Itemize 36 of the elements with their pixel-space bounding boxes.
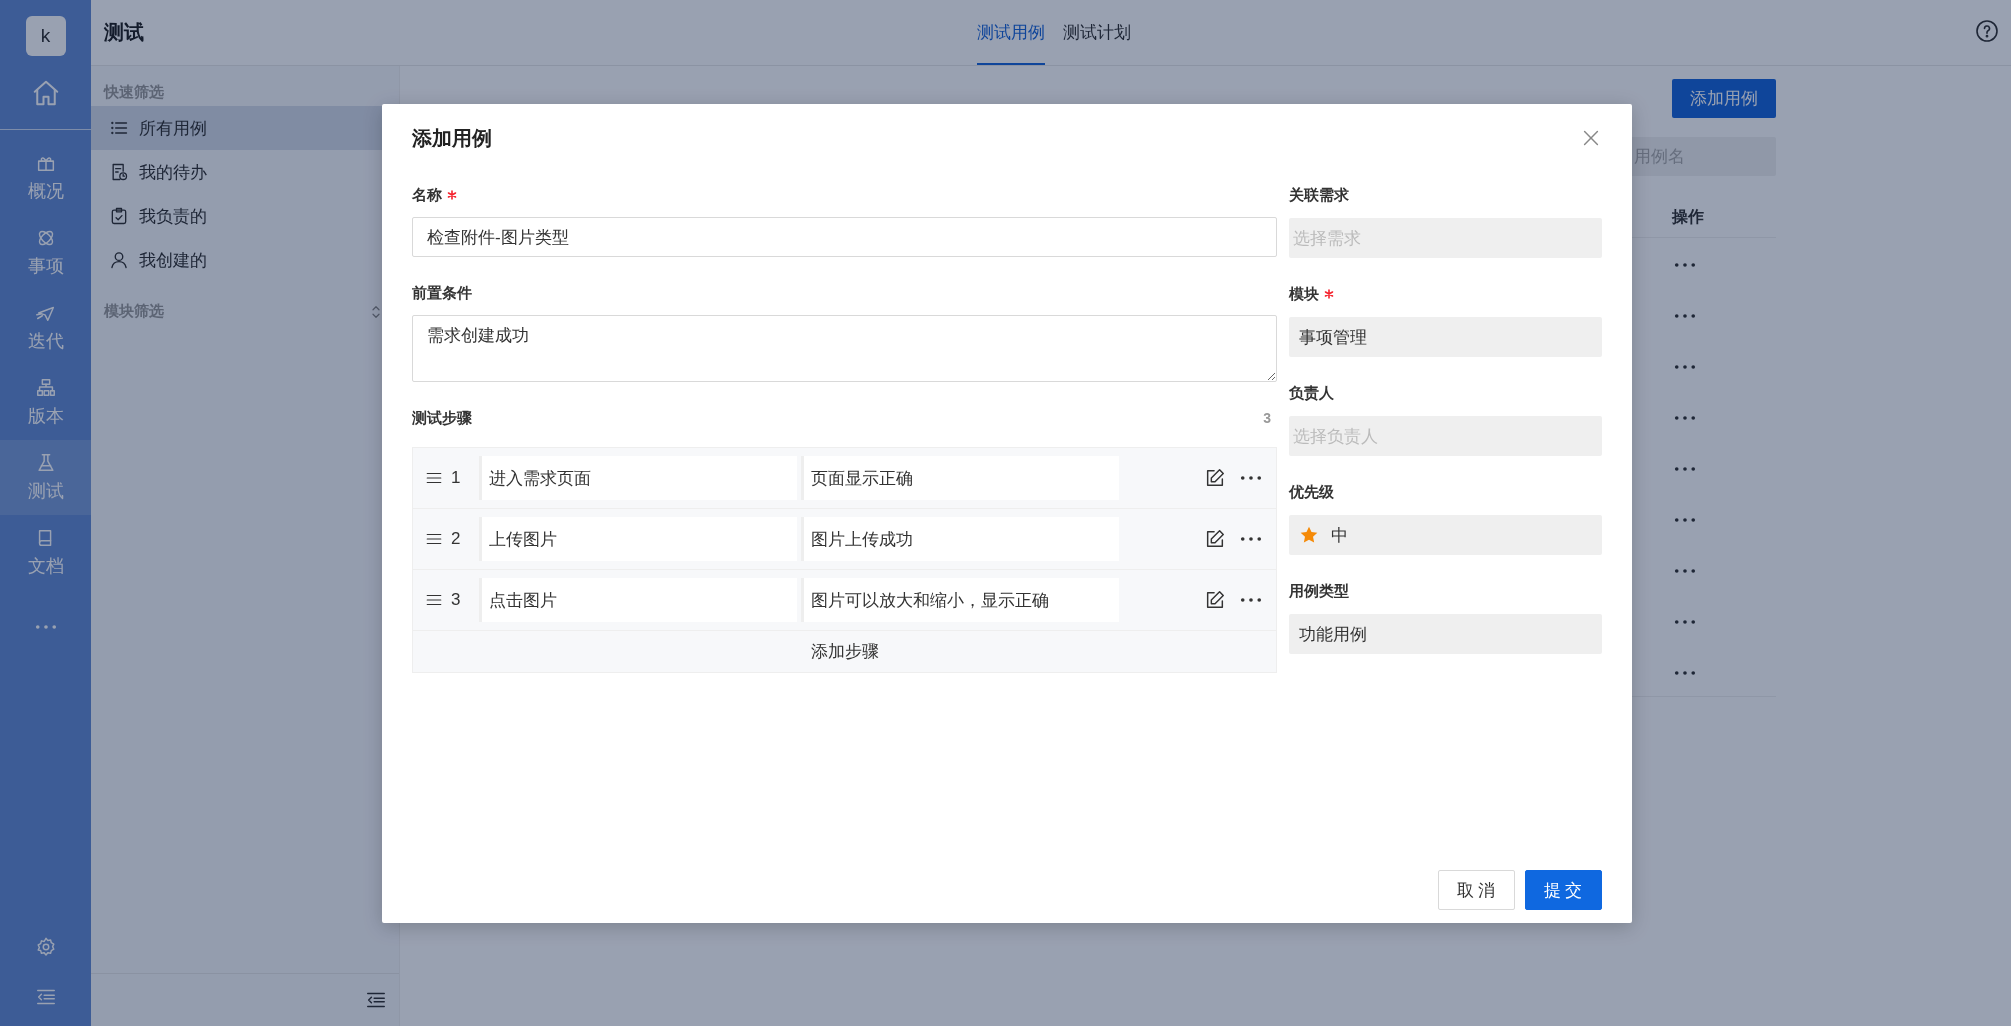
filter-item[interactable]: 我创建的	[91, 238, 399, 282]
column-header: 操作	[1672, 206, 1705, 227]
section-label: 快速筛选	[102, 83, 165, 102]
field-label: 优先级	[1289, 482, 1334, 502]
field-label: 前置条件	[412, 283, 472, 303]
step-action-cell[interactable]: 进入需求页面	[479, 456, 797, 500]
step-number: 1	[451, 468, 461, 488]
section-label: 模块筛选	[102, 302, 165, 321]
step-count: 3	[1263, 410, 1271, 426]
precondition-field[interactable]: 需求创建成功	[412, 315, 1277, 382]
field-label: 用例类型	[1289, 581, 1349, 601]
submit-button[interactable]: 提交	[1525, 870, 1602, 910]
tab[interactable]: 测试计划	[1062, 0, 1131, 65]
step-expected-cell[interactable]: 页面显示正确	[801, 456, 1119, 500]
step-number: 2	[451, 529, 461, 549]
select-field[interactable]: 功能用例	[1289, 614, 1602, 654]
step-action-cell[interactable]: 上传图片	[479, 517, 797, 561]
step-expected-cell[interactable]: 图片上传成功	[801, 517, 1119, 561]
step-number: 3	[451, 590, 461, 610]
field-label: 关联需求	[1289, 185, 1349, 205]
name-field[interactable]: 检查附件-图片类型	[412, 217, 1277, 257]
field-label: 模块	[1289, 284, 1319, 304]
dialog-title: 添加用例	[412, 125, 492, 151]
step-action-cell[interactable]: 点击图片	[479, 578, 797, 622]
avatar[interactable]: k	[25, 16, 66, 56]
filter-item[interactable]: 我的待办	[91, 150, 399, 194]
cancel-button[interactable]: 取消	[1438, 870, 1515, 910]
step-expected-cell[interactable]: 图片可以放大和缩小，显示正确	[801, 578, 1119, 622]
select-field[interactable]: 事项管理	[1289, 317, 1602, 357]
field-label: 负责人	[1289, 383, 1334, 403]
add-step-button[interactable]: 添加步骤	[413, 631, 1276, 672]
filter-item[interactable]: 我负责的	[91, 194, 399, 238]
field-label: 名称	[412, 185, 442, 205]
select-field[interactable]: 中	[1289, 515, 1602, 555]
section-label: 测试步骤	[412, 407, 472, 428]
add-case-button[interactable]: 添加用例	[1672, 79, 1776, 118]
